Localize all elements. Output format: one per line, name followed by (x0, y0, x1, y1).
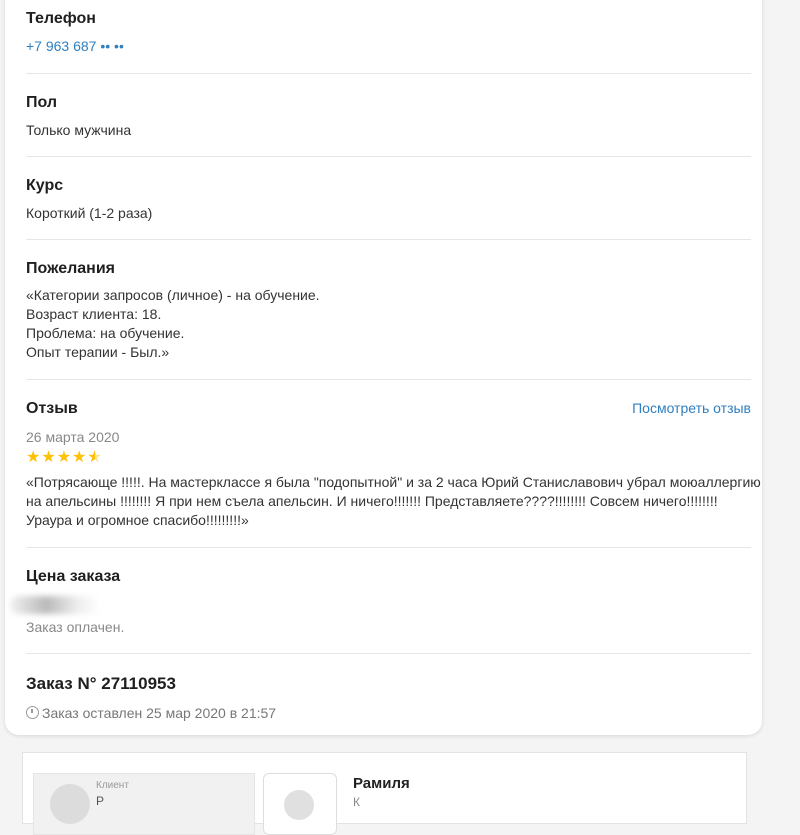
gender-value: Только мужчина (26, 122, 132, 138)
divider (26, 239, 751, 240)
order-card: Телефон +7 963 687 •• •• Пол Только мужч… (5, 0, 762, 735)
view-review-link[interactable]: Посмотреть отзыв (632, 400, 751, 416)
phone-label: Телефон (26, 10, 96, 27)
divider (26, 547, 751, 548)
order-timestamp-text: Заказ оставлен 25 мар 2020 в 21:57 (42, 705, 277, 721)
star-icon: ★ (41, 449, 56, 466)
phone-value[interactable]: +7 963 687 •• •• (26, 38, 751, 54)
star-icon: ★ (56, 449, 72, 466)
rating-stars: ★ ★ ★ ★ ★ ★ (26, 450, 751, 466)
wishes-label: Пожелания (26, 260, 115, 277)
course-section: Курс Короткий (1-2 раза) (26, 177, 751, 223)
clock-icon (26, 706, 39, 719)
specialist-subtitle: К (353, 795, 360, 809)
client-card: Клиент Р Рамиля К (22, 752, 747, 835)
specialist-photo[interactable] (263, 773, 337, 835)
course-label: Курс (26, 177, 64, 194)
divider (26, 653, 751, 654)
star-icon: ★ (72, 449, 87, 466)
star-icon: ★ ★ (87, 449, 102, 466)
star-icon: ★ (26, 449, 41, 466)
wishes-section: Пожелания «Категории запросов (личное) -… (26, 260, 751, 362)
client-role-label: Клиент (96, 780, 129, 791)
star-fill: ★ (87, 450, 95, 466)
order-number: Заказ N° 27110953 (26, 674, 176, 693)
review-text: «Потрясающе !!!!!. На мастерклассе я был… (26, 474, 761, 528)
client-avatar (50, 784, 90, 824)
client-info-box[interactable]: Клиент Р (33, 773, 255, 835)
phone-section: Телефон +7 963 687 •• •• (26, 10, 751, 54)
review-date: 26 марта 2020 (26, 429, 120, 445)
order-timestamp: Заказ оставлен 25 мар 2020 в 21:57 (26, 705, 751, 721)
client-name: Р (96, 794, 105, 808)
price-label: Цена заказа (26, 568, 121, 585)
avatar (284, 790, 314, 820)
divider (26, 73, 751, 74)
specialist-name[interactable]: Рамиля (353, 775, 410, 792)
wishes-line: Проблема: на обучение. (26, 325, 185, 341)
wishes-text: «Категории запросов (личное) - на обучен… (26, 286, 751, 362)
payment-status: Заказ оплачен. (26, 619, 125, 635)
divider (26, 156, 751, 157)
wishes-line: Возраст клиента: 18. (26, 306, 162, 322)
price-section: Цена заказа Заказ оплачен. (10, 568, 751, 635)
price-value-blurred (10, 596, 100, 614)
gender-section: Пол Только мужчина (26, 94, 751, 140)
order-section: Заказ N° 27110953 Заказ оставлен 25 мар … (26, 674, 751, 721)
gender-label: Пол (26, 94, 58, 111)
divider (26, 379, 751, 380)
course-value: Короткий (1-2 раза) (26, 205, 153, 221)
wishes-line: Опыт терапии - Был.» (26, 344, 170, 360)
review-section: Отзыв Посмотреть отзыв 26 марта 2020 ★ ★ ★… (26, 400, 761, 530)
wishes-line: «Категории запросов (личное) - на обучен… (26, 287, 320, 303)
